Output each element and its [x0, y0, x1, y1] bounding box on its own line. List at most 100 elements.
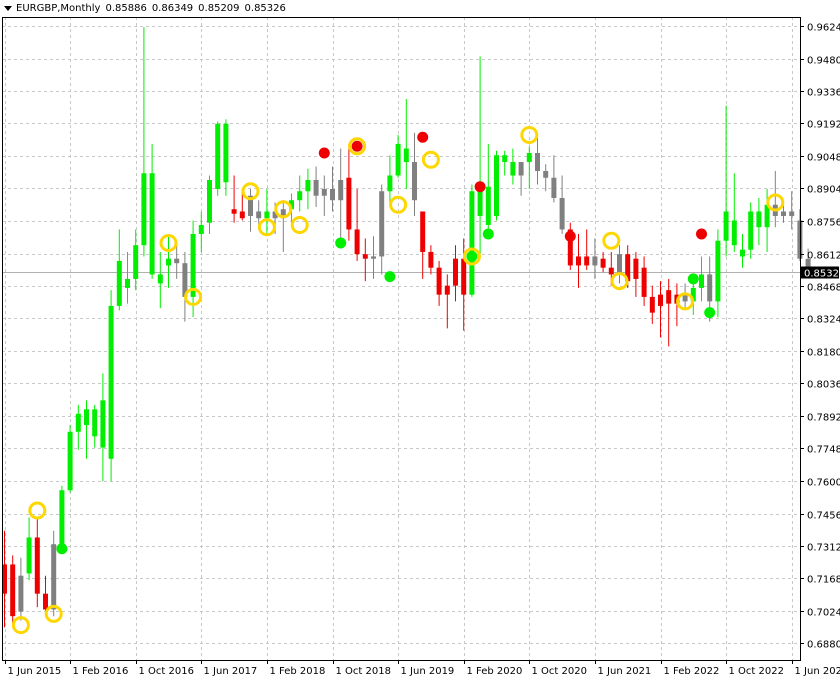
candle-body	[412, 162, 417, 201]
candle-body	[420, 211, 426, 252]
candle-body	[157, 274, 163, 284]
y-tick-label: 0.77480	[807, 445, 840, 456]
candle-body	[116, 260, 122, 306]
candle-body	[379, 191, 385, 257]
y-tick-label: 0.80360	[807, 380, 840, 391]
candle-body	[133, 245, 139, 279]
candle-body	[321, 188, 327, 196]
candle-body	[18, 575, 24, 612]
signal-dot-green	[384, 271, 396, 283]
x-tick-label: 1 Feb 2018	[270, 666, 326, 677]
y-tick-label: 0.84680	[807, 283, 840, 294]
candle-body	[84, 409, 89, 426]
candle-body	[428, 251, 434, 268]
signal-dot-red	[564, 230, 576, 242]
candle-body	[174, 258, 180, 264]
candle-body	[682, 294, 688, 302]
candle-body	[231, 209, 237, 214]
y-tick-label: 0.78920	[807, 413, 840, 424]
candle-body	[387, 175, 393, 192]
signal-dot-green	[466, 250, 478, 262]
candle-body	[469, 191, 475, 295]
signal-dot-red	[474, 181, 486, 193]
y-tick-label: 0.71680	[807, 575, 840, 586]
price-axis[interactable]: 0.96240 0.94800 0.93360 0.91920 0.90480 0.890…	[800, 23, 840, 651]
candle-body	[256, 211, 262, 219]
candle-body	[338, 179, 344, 201]
current-price-label-text: 0.85326	[804, 269, 840, 280]
candle-body	[453, 258, 458, 286]
candle-body	[723, 211, 729, 241]
candle-body	[666, 290, 672, 304]
candle-body	[584, 256, 590, 266]
candle-body	[502, 155, 508, 163]
signal-dot-green	[335, 237, 347, 249]
signal-ring	[290, 215, 309, 234]
candle-body	[67, 431, 73, 491]
x-tick-label: 1 Feb 2022	[664, 666, 720, 677]
candle-body	[207, 179, 212, 223]
x-tick-label: 1 Oct 2016	[139, 666, 194, 677]
candle-body	[444, 285, 450, 295]
signal-dot-red	[351, 140, 363, 152]
candle-body	[608, 267, 614, 275]
signal-ring	[520, 126, 539, 145]
candle-body	[748, 211, 754, 250]
x-tick-label: 1 Jun 2019	[401, 666, 455, 677]
signal-ring	[602, 231, 621, 250]
candle-body	[526, 153, 532, 163]
grid	[2, 17, 800, 660]
signal-ring	[28, 501, 47, 520]
candle-body	[461, 258, 467, 295]
candle-body	[559, 197, 565, 230]
signal-ring	[421, 150, 440, 169]
candle-body	[215, 123, 221, 189]
candle-body	[707, 274, 713, 302]
candle-body	[592, 256, 598, 266]
candle-body	[731, 220, 737, 246]
candle-body	[190, 233, 196, 297]
candle-body	[510, 162, 516, 176]
candle-body	[100, 400, 106, 448]
candle-body	[715, 240, 721, 302]
candles	[2, 27, 811, 628]
signal-dot-green	[687, 273, 699, 285]
candlestick-chart[interactable]: 0.96240 0.94800 0.93360 0.91920 0.90480 0.890…	[0, 0, 840, 680]
candle-body	[198, 224, 204, 234]
candle-body	[10, 564, 16, 617]
candle-body	[756, 211, 762, 228]
signal-dot-green	[704, 307, 716, 319]
candle-body	[330, 188, 335, 201]
candle-body	[518, 162, 524, 176]
candle-body	[34, 537, 40, 594]
candle-body	[264, 211, 270, 219]
x-tick-label: 1 Oct 2020	[532, 666, 587, 677]
signal-dot-red	[318, 147, 330, 159]
time-axis[interactable]: 1 Jun 2015 1 Feb 2016 1 Oct 2016 1 Jun 2017…	[5, 660, 840, 677]
candle-body	[166, 258, 171, 266]
current-price-label: 0.85326	[801, 266, 840, 280]
candle-body	[658, 294, 663, 306]
y-tick-label: 0.81800	[807, 348, 840, 359]
candle-body	[485, 186, 491, 225]
candle-body	[395, 144, 401, 176]
candle-body	[297, 191, 303, 201]
candle-body	[436, 267, 442, 295]
x-tick-label: 1 Jun 2017	[204, 666, 258, 677]
candle-body	[92, 409, 98, 437]
y-tick-label: 0.70240	[807, 608, 840, 619]
y-tick-label: 0.93360	[807, 88, 840, 99]
y-tick-label: 0.73120	[807, 543, 840, 554]
candle-body	[535, 153, 540, 172]
y-tick-label: 0.91920	[807, 120, 840, 131]
candle-body	[354, 229, 360, 255]
candle-body	[51, 544, 57, 610]
candle-body	[371, 256, 376, 259]
y-tick-label: 0.68800	[807, 640, 840, 651]
x-tick-label: 1 Jun 2015	[8, 666, 62, 677]
candle-body	[43, 593, 48, 610]
candle-body	[59, 490, 65, 545]
signal-dot-red	[696, 228, 707, 240]
candle-body	[362, 254, 368, 259]
y-tick-label: 0.86120	[807, 251, 840, 262]
